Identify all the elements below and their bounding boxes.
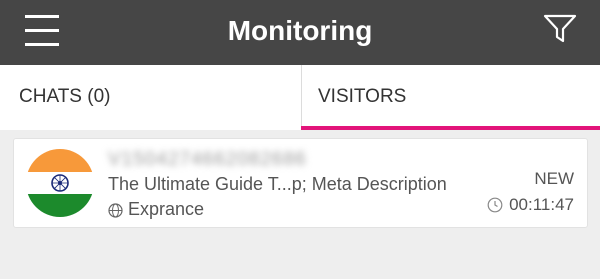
- visitor-card[interactable]: V1504274662082686 The Ultimate Guide T..…: [13, 138, 588, 228]
- india-flag-icon: [26, 149, 94, 217]
- tab-chats[interactable]: CHATS (0): [0, 65, 301, 130]
- location-label: Exprance: [128, 199, 205, 219]
- tab-divider: [301, 65, 302, 130]
- page-title: Monitoring: [227, 15, 373, 46]
- tab-bar: CHATS (0) VISITORS: [0, 65, 600, 130]
- status-badge: NEW: [534, 169, 574, 188]
- app-header: Monitoring: [0, 0, 600, 65]
- filter-icon[interactable]: [543, 14, 577, 44]
- clock-icon: [487, 197, 503, 213]
- visitor-id: V1504274662082686: [108, 149, 307, 170]
- tab-visitors[interactable]: VISITORS: [301, 65, 600, 130]
- active-tab-indicator: [301, 126, 600, 130]
- globe-icon: [108, 203, 123, 218]
- visit-duration: 00:11:47: [509, 195, 574, 214]
- visitor-page-title: The Ultimate Guide T...p; Meta Descripti…: [108, 174, 447, 194]
